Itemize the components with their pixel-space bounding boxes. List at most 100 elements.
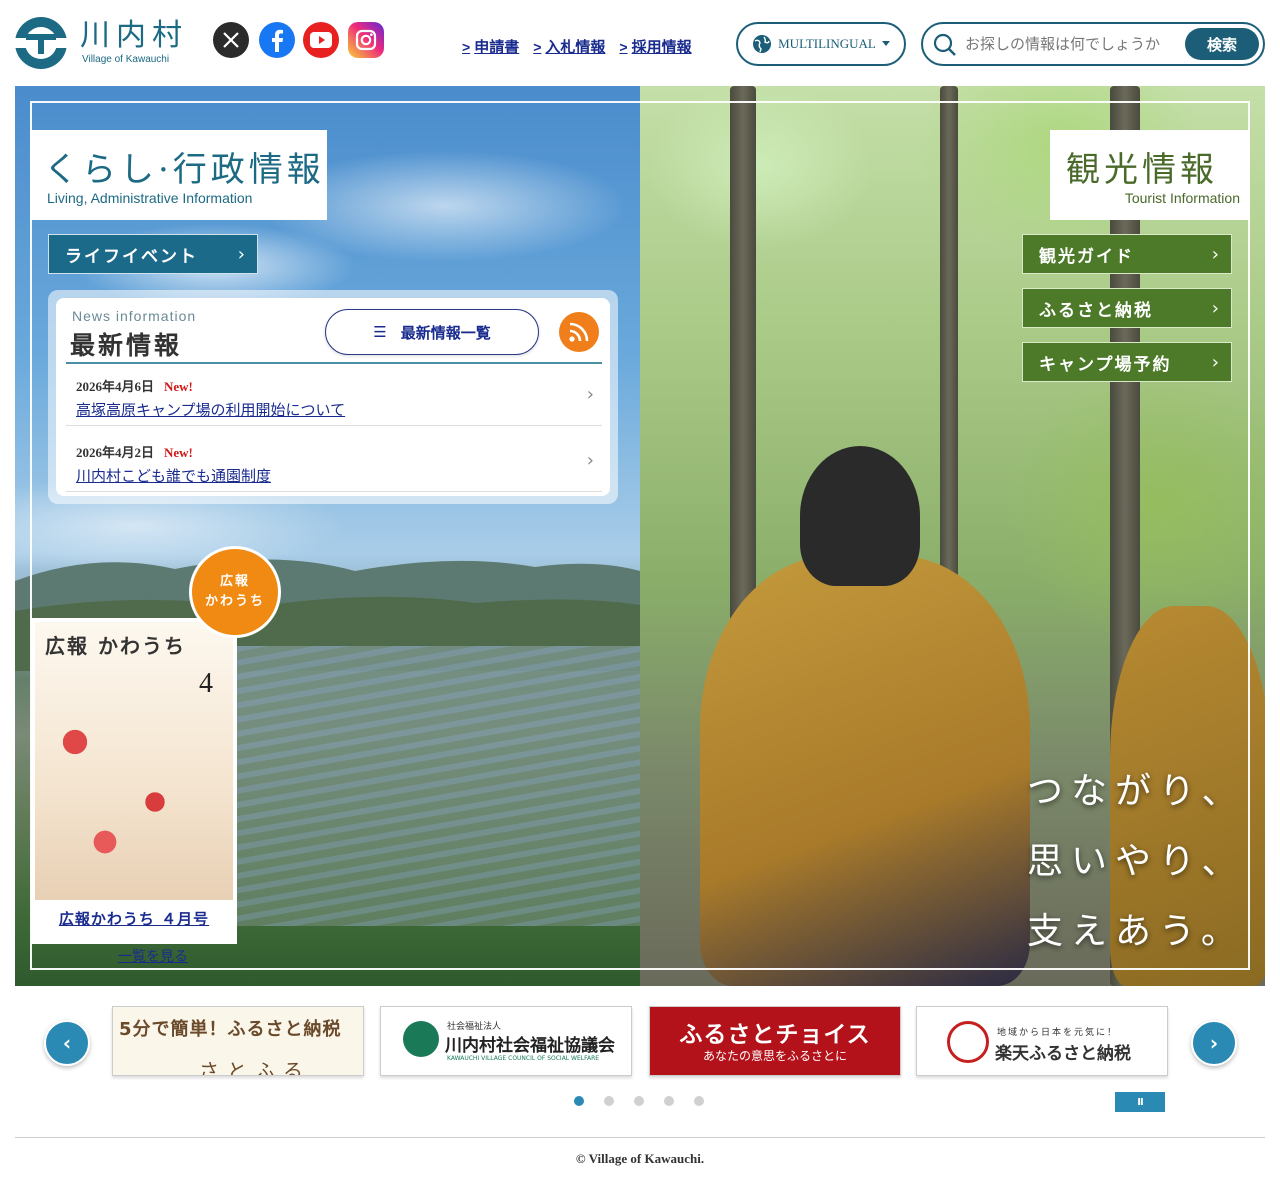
rakuten-japan-map-icon <box>947 1021 989 1063</box>
dancer-mask <box>800 446 920 586</box>
new-badge: New! <box>164 445 193 460</box>
furusato-tax-button[interactable]: ふるさと納税 › <box>1022 288 1232 328</box>
caret-down-icon <box>881 41 890 46</box>
utility-links: > 申請書 > 入札情報 > 採用情報 <box>462 36 692 57</box>
search-input[interactable] <box>965 32 1179 56</box>
banner-rakuten-furusato[interactable]: 地域から日本を元気に！ 楽天ふるさと納税 <box>916 1006 1168 1076</box>
banner-title: ふるさとチョイス <box>679 1021 871 1048</box>
site-search: 検索 <box>921 22 1265 66</box>
link-label: 申請書 <box>474 39 520 56</box>
banner-en: KAWAUCHI VILLAGE COUNCIL OF SOCIAL WELFA… <box>447 1055 600 1062</box>
button-label: キャンプ場予約 <box>1039 354 1172 375</box>
hero-section: くらし·行政情報 Living, Administrative Informat… <box>15 86 1265 986</box>
catch-copy-line: 思いやり、 <box>1027 841 1246 882</box>
news-date: 2026年4月6日 New! <box>76 376 193 395</box>
carousel-dot[interactable] <box>664 1096 674 1106</box>
kouhou-cover-image: 広報 かわうち 4 <box>35 622 233 900</box>
list-icon: ☰ <box>373 323 387 341</box>
tourist-title-en: Tourist Information <box>1124 190 1240 206</box>
link-application-forms[interactable]: > 申請書 <box>462 36 519 57</box>
chevron-right-icon: > <box>619 38 628 55</box>
banner-title: 5分で簡単！ふるさと納税 <box>119 1019 342 1040</box>
news-panel: News information 最新情報 ☰ 最新情報一覧 2026年4月6日… <box>48 290 618 504</box>
banner-furusato-choice[interactable]: ふるさとチョイス あなたの意思をふるさとに <box>649 1006 901 1076</box>
facebook-icon[interactable] <box>259 22 295 58</box>
rss-icon[interactable] <box>559 312 599 352</box>
chevron-right-icon: › <box>1211 298 1221 319</box>
banner-social-welfare-council[interactable]: 社会福祉法人 川内村社会福祉協議会 KAWAUCHI VILLAGE COUNC… <box>380 1006 632 1076</box>
tourist-guide-button[interactable]: 観光ガイド › <box>1022 234 1232 274</box>
carousel-prev-button[interactable]: ‹ <box>44 1020 90 1066</box>
carousel-dot[interactable] <box>574 1096 584 1106</box>
news-list-label: 最新情報一覧 <box>400 323 491 342</box>
x-icon[interactable] <box>213 22 249 58</box>
kouhou-magazine-card[interactable]: 広報 かわうち 4 広報かわうち ４月号 <box>31 618 237 944</box>
catch-copy-line: 支えあう。 <box>1027 911 1245 952</box>
search-icon <box>933 33 956 56</box>
news-item[interactable]: 2026年4月6日 New! 高塚高原キャンプ場の利用開始について › <box>66 368 602 426</box>
village-emblem-icon <box>14 17 70 69</box>
multilingual-label: MULTILINGUAL <box>778 36 876 51</box>
new-badge: New! <box>164 379 193 394</box>
banner-sub: あなたの意思をふるさとに <box>702 1049 847 1063</box>
link-recruitment-info[interactable]: > 採用情報 <box>619 36 691 57</box>
kouhou-badge: 広報 かわうち <box>189 546 281 638</box>
kouhou-list-link[interactable]: 一覧を見る <box>118 946 188 966</box>
welfare-logo-icon <box>403 1021 439 1057</box>
carousel-dot[interactable] <box>694 1096 704 1106</box>
site-logo[interactable]: 川内村 Village of Kawauchi <box>14 16 194 70</box>
logo-text-ja: 川内村 <box>80 18 188 53</box>
catch-copy-line: つながり、 <box>1027 771 1246 812</box>
chevron-right-icon: › <box>586 384 594 405</box>
news-label-en: News information <box>72 308 197 324</box>
kouhou-issue-link[interactable]: 広報かわうち ４月号 <box>31 908 237 929</box>
news-date: 2026年4月2日 New! <box>76 442 193 461</box>
dancer-figure <box>700 556 1030 986</box>
chevron-right-icon: > <box>462 38 471 55</box>
pause-icon: II <box>1137 1096 1144 1108</box>
cover-issue-number: 4 <box>199 668 213 699</box>
banner-title: 楽天ふるさと納税 <box>995 1044 1131 1064</box>
carousel-dots <box>574 1096 704 1106</box>
banner-satofuru[interactable]: 5分で簡単！ふるさと納税 さとふる <box>112 1006 364 1076</box>
news-list-button[interactable]: ☰ 最新情報一覧 <box>325 309 539 355</box>
news-date-text: 2026年4月2日 <box>76 445 155 460</box>
news-box: News information 最新情報 ☰ 最新情報一覧 2026年4月6日… <box>56 298 610 496</box>
carousel-next-button[interactable]: › <box>1191 1020 1237 1066</box>
news-date-text: 2026年4月6日 <box>76 379 155 394</box>
multilingual-dropdown[interactable]: MULTILINGUAL <box>736 22 906 66</box>
link-bidding-info[interactable]: > 入札情報 <box>533 36 605 57</box>
life-event-button[interactable]: ライフイベント › <box>48 234 258 274</box>
badge-line: 広報 <box>219 574 250 589</box>
link-label: 入札情報 <box>545 39 606 56</box>
camp-reservation-button[interactable]: キャンプ場予約 › <box>1022 342 1232 382</box>
living-info-title[interactable]: くらし·行政情報 Living, Administrative Informat… <box>30 130 327 220</box>
chevron-left-icon: ‹ <box>62 1031 72 1055</box>
news-divider <box>66 362 602 364</box>
carousel-dot[interactable] <box>634 1096 644 1106</box>
news-title[interactable]: 高塚高原キャンプ場の利用開始について <box>76 399 345 420</box>
instagram-icon[interactable] <box>348 22 384 58</box>
tourist-title-ja: 観光情報 <box>1066 150 1218 190</box>
chevron-right-icon: › <box>237 244 247 265</box>
badge-line: かわうち <box>204 594 265 609</box>
tourist-info-title[interactable]: 観光情報 Tourist Information <box>1050 130 1250 220</box>
news-label-ja: 最新情報 <box>70 331 183 360</box>
banner-sub: 地域から日本を元気に！ <box>997 1028 1119 1038</box>
button-label: 観光ガイド <box>1039 246 1134 267</box>
button-label: ふるさと納税 <box>1039 300 1153 321</box>
globe-icon <box>753 35 772 53</box>
chevron-right-icon: › <box>586 450 594 471</box>
search-button[interactable]: 検索 <box>1185 28 1259 60</box>
village-fields <box>235 646 640 926</box>
news-item[interactable]: 2026年4月2日 New! 川内村こども誰でも通園制度 › <box>66 434 602 492</box>
carousel-pause-button[interactable]: II <box>1115 1092 1165 1112</box>
logo-text-en: Village of Kawauchi <box>82 54 170 65</box>
news-title[interactable]: 川内村こども誰でも通園制度 <box>76 465 271 486</box>
link-label: 採用情報 <box>631 39 692 56</box>
cover-masthead: 広報 かわうち <box>45 634 186 658</box>
chevron-right-icon: › <box>1209 1031 1219 1055</box>
youtube-icon[interactable] <box>303 22 339 58</box>
carousel-dot[interactable] <box>604 1096 614 1106</box>
life-event-label: ライフイベント <box>65 246 198 267</box>
